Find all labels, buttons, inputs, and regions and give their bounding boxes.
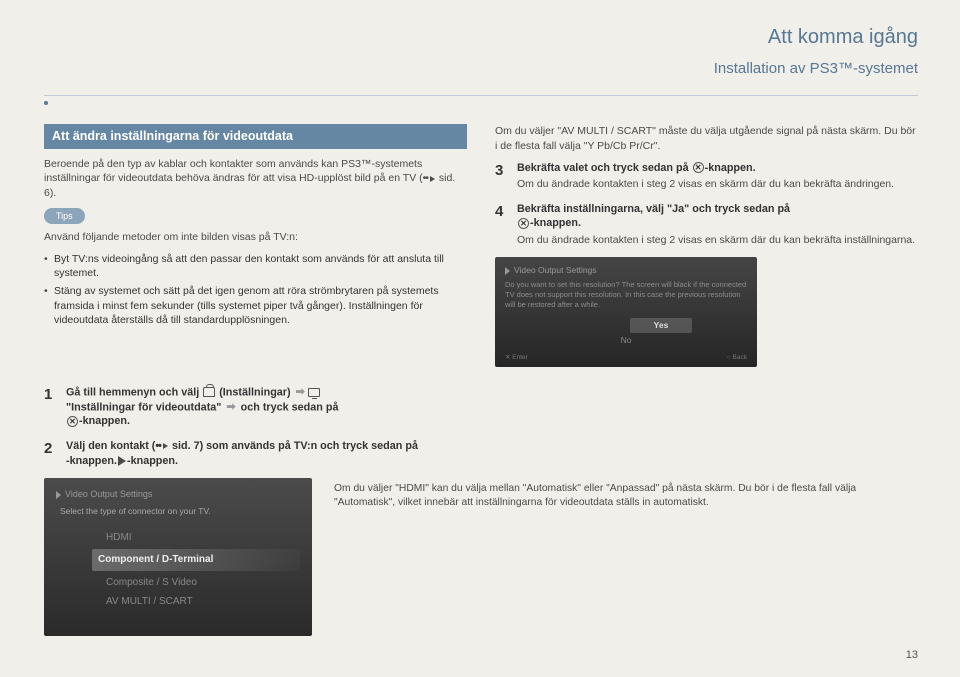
step-number: 4 — [495, 202, 509, 247]
tips-badge: Tips — [44, 208, 85, 224]
step-number: 3 — [495, 161, 509, 192]
tips-list: Byt TV:ns videoingång så att den passar … — [44, 252, 467, 327]
tips-intro: Använd följande metoder om inte bilden v… — [44, 230, 467, 244]
reference-arrow-icon — [163, 443, 168, 449]
x-button-icon: ✕ — [67, 416, 78, 427]
step-3: 3 Bekräfta valet och tryck sedan på ✕-kn… — [495, 161, 918, 192]
screenshot-option: HDMI — [106, 530, 300, 546]
step-3-title: Bekräfta valet och tryck sedan på ✕-knap… — [517, 161, 894, 176]
section-heading: Att ändra inställningarna för videoutdat… — [44, 124, 467, 149]
reference-dots-icon — [155, 440, 162, 452]
screenshot-title: Video Output Settings — [505, 265, 747, 276]
divider — [44, 95, 918, 110]
arrow-icon: ➡ — [296, 385, 305, 400]
screenshot-caption: Om du väljer "HDMI" kan du välja mellan … — [334, 478, 918, 510]
page-number: 13 — [906, 648, 918, 663]
reference-dots-icon — [423, 172, 429, 184]
step-1: 1 Gå till hemmenyn och välj (Inställning… — [44, 385, 481, 429]
x-button-icon: ✕ — [518, 218, 529, 229]
display-icon — [308, 388, 320, 397]
step-4-body: Om du ändrade kontakten i steg 2 visas e… — [517, 233, 915, 247]
step-4-title: Bekräfta inställningarna, välj "Ja" och … — [517, 202, 915, 231]
step-2: 2 Välj den kontakt ( sid. 7) som används… — [44, 439, 481, 468]
play-button-icon — [118, 456, 126, 466]
screenshot-body: Do you want to set this resolution? The … — [505, 280, 747, 309]
step-4: 4 Bekräfta inställningarna, välj "Ja" oc… — [495, 202, 918, 247]
step-2-text: Välj den kontakt ( sid. 7) som används p… — [66, 439, 418, 468]
screenshot-option-no: No — [505, 335, 747, 346]
screenshot-connector-select: Video Output Settings Select the type of… — [44, 478, 312, 636]
arrow-icon: ➡ — [226, 400, 235, 415]
intro-paragraph: Beroende på den typ av kablar och kontak… — [44, 157, 467, 200]
screenshot-option-selected: Component / D-Terminal — [92, 549, 300, 571]
right-para-1: Om du väljer "AV MULTI / SCART" måste du… — [495, 124, 918, 152]
x-button-icon: ✕ — [693, 162, 704, 173]
screenshot-options: HDMI Component / D-Terminal Composite / … — [56, 530, 300, 610]
page-subtitle: Installation av PS3™-systemet — [44, 59, 918, 79]
screenshot-footer: ✕ Enter ○ Back — [505, 354, 747, 363]
screenshot-title: Video Output Settings — [56, 488, 300, 500]
step-number: 2 — [44, 439, 58, 468]
intro-text: Beroende på den typ av kablar och kontak… — [44, 158, 423, 184]
screenshot-prompt: Select the type of connector on your TV. — [56, 506, 300, 517]
screenshot-option-yes: Yes — [630, 318, 693, 333]
reference-arrow-icon — [430, 176, 435, 182]
step-3-body: Om du ändrade kontakten i steg 2 visas e… — [517, 177, 894, 191]
settings-icon — [203, 387, 215, 397]
step-number: 1 — [44, 385, 58, 429]
screenshot-option: AV MULTI / SCART — [106, 594, 300, 610]
screenshot-confirm-dialog: Video Output Settings Do you want to set… — [495, 257, 757, 367]
tips-item: Stäng av systemet och sätt på det igen g… — [44, 284, 467, 327]
screenshot-option: Composite / S Video — [106, 575, 300, 591]
breadcrumb: Att komma igång — [44, 24, 918, 51]
tips-item: Byt TV:ns videoingång så att den passar … — [44, 252, 467, 280]
step-1-text: Gå till hemmenyn och välj (Inställningar… — [66, 385, 338, 429]
